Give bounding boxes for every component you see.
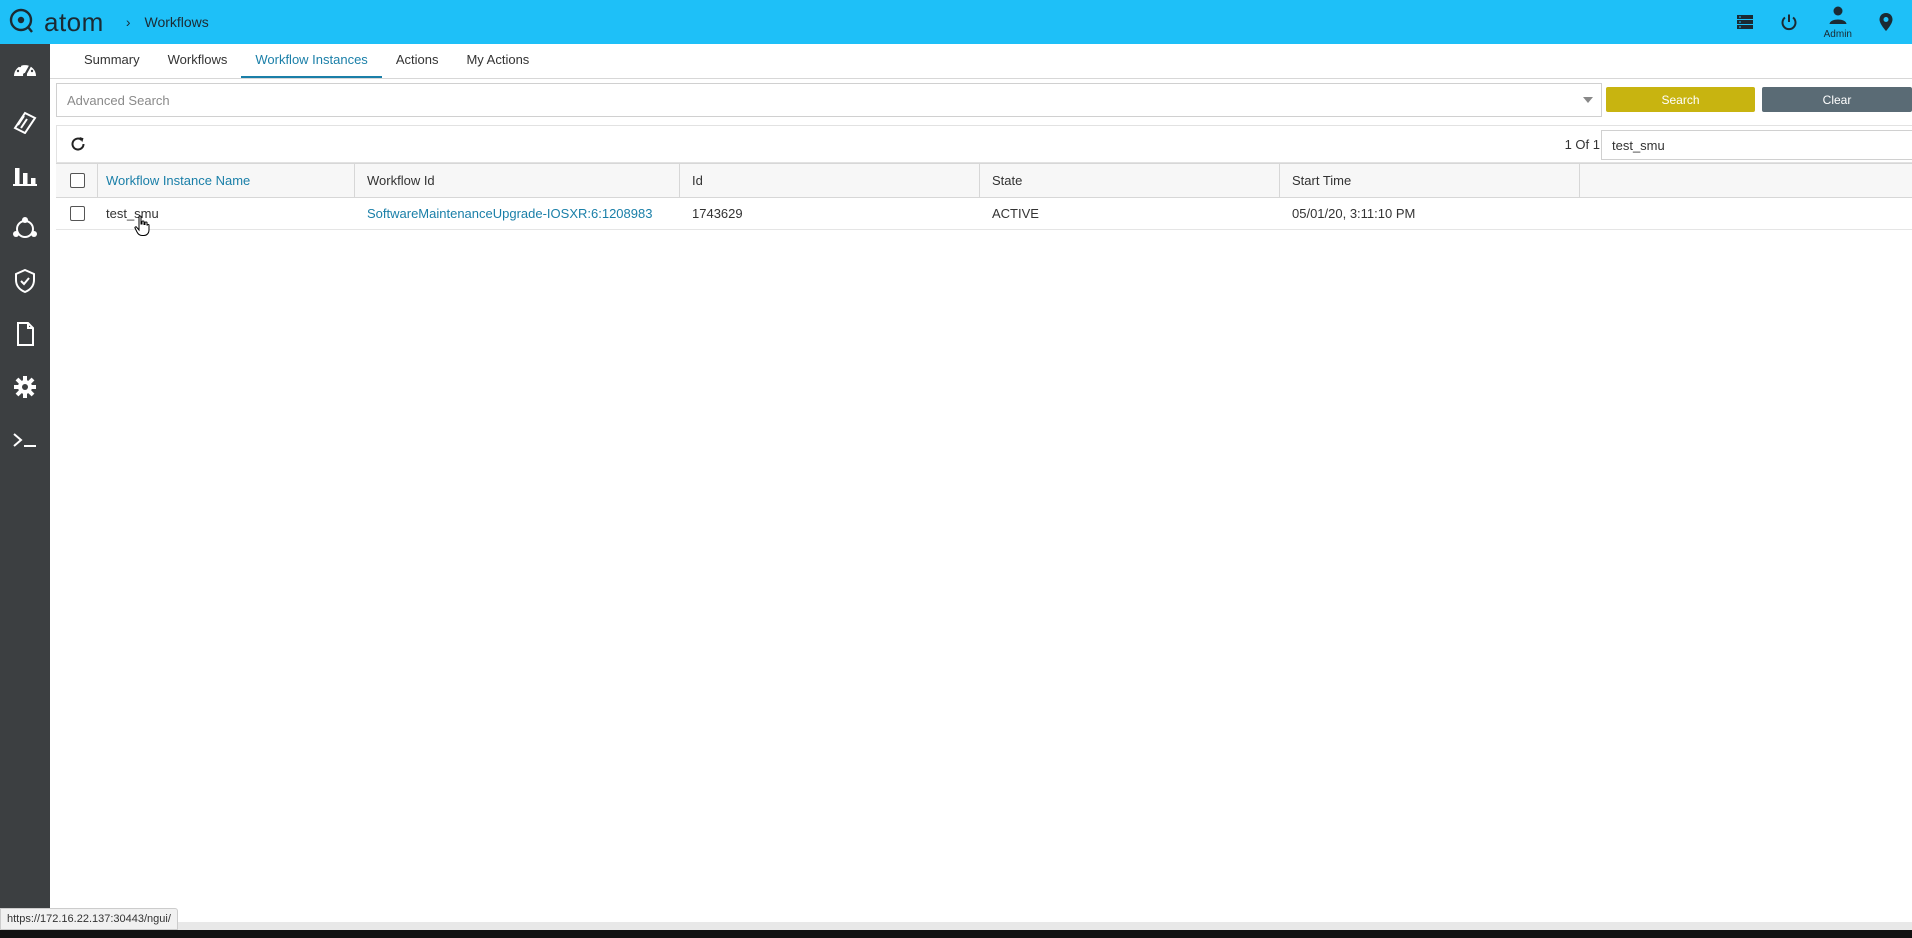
sidebar-item-settings[interactable] [0,362,50,415]
tab-workflows[interactable]: Workflows [154,43,242,78]
power-icon[interactable] [1780,13,1798,31]
instance-id: 1743629 [692,206,743,221]
devices-icon [12,110,38,137]
column-header-filler [1580,164,1912,197]
horizontal-scrollbar[interactable] [56,922,1912,930]
tab-actions[interactable]: Actions [382,43,453,78]
breadcrumb-separator: › [125,14,131,30]
clear-button[interactable]: Clear [1762,87,1912,112]
top-bar: atom › Workflows Admin [0,0,1912,44]
sidebar [0,44,50,938]
breadcrumb[interactable]: Workflows [144,14,208,30]
sidebar-item-topology[interactable] [0,203,50,256]
dashboard-icon [12,59,38,82]
user-menu[interactable]: Admin [1824,5,1852,40]
instance-start-time: 05/01/20, 3:11:10 PM [1292,206,1416,221]
topology-icon [12,216,38,243]
row-checkbox[interactable] [70,206,85,221]
sidebar-item-documents[interactable] [0,309,50,362]
documents-icon [15,322,35,349]
taskbar-strip [0,930,1912,938]
advanced-search[interactable] [56,83,1602,117]
sidebar-item-compliance[interactable] [0,256,50,309]
workflow-instances-table: Workflow Instance Name Workflow Id Id St… [56,163,1912,230]
workflow-id-link[interactable]: SoftwareMaintenanceUpgrade-IOSXR:6:12089… [355,198,680,229]
tab-summary[interactable]: Summary [70,43,154,78]
settings-icon [13,375,37,402]
hand-cursor-icon [134,215,150,240]
quick-filter-input[interactable] [1612,137,1872,153]
sidebar-item-analytics[interactable] [0,150,50,203]
grid-toolbar: 1 Of 1 ✕ [56,125,1912,163]
row-select [56,198,98,229]
sidebar-item-terminal[interactable] [0,415,50,468]
quick-filter: ✕ [1601,130,1912,160]
sidebar-item-dashboard[interactable] [0,44,50,97]
compliance-icon [14,268,36,296]
column-header-workflow-id[interactable]: Workflow Id [355,164,680,197]
user-icon [1828,5,1848,28]
server-icon[interactable] [1736,14,1754,30]
atom-logo-icon [8,7,36,38]
header-select-all [56,164,98,197]
refresh-icon[interactable] [69,135,87,156]
chevron-down-icon[interactable] [1583,97,1593,103]
row-filler [1580,198,1912,229]
sidebar-item-devices[interactable] [0,97,50,150]
table-header: Workflow Instance Name Workflow Id Id St… [56,163,1912,198]
tab-workflow-instances[interactable]: Workflow Instances [241,43,382,78]
terminal-icon [12,431,38,452]
column-header-start-time[interactable]: Start Time [1280,164,1580,197]
column-header-name[interactable]: Workflow Instance Name [98,164,355,197]
user-label: Admin [1823,28,1852,40]
brand-name: atom [44,6,104,37]
column-header-id[interactable]: Id [680,164,980,197]
advanced-search-input[interactable] [67,92,1567,108]
tab-bar: Summary Workflows Workflow Instances Act… [50,44,1912,79]
column-header-state[interactable]: State [980,164,1280,197]
search-button[interactable]: Search [1606,87,1755,112]
status-bar-url: https://172.16.22.137:30443/ngui/ [0,908,178,930]
location-pin-icon[interactable] [1878,12,1894,32]
tab-my-actions[interactable]: My Actions [452,43,543,78]
select-all-checkbox[interactable] [70,173,85,188]
brand[interactable]: atom [8,7,104,38]
table-row[interactable]: test_smu SoftwareMaintenanceUpgrade-IOSX… [56,198,1912,230]
analytics-icon [13,164,37,189]
instance-state: ACTIVE [992,206,1039,221]
pager-text: 1 Of 1 [1564,137,1600,152]
